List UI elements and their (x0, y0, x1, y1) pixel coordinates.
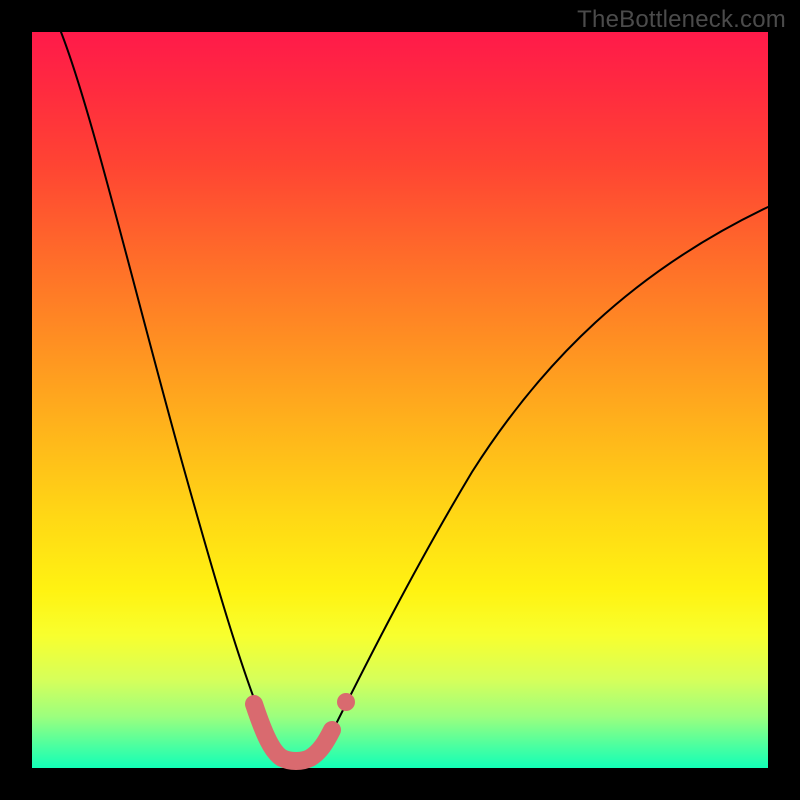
bottleneck-curve (61, 32, 768, 765)
optimal-region-dot (337, 693, 355, 711)
optimal-region-marker (254, 704, 332, 761)
curve-layer (32, 32, 768, 768)
watermark-text: TheBottleneck.com (577, 6, 786, 34)
chart-frame: TheBottleneck.com (0, 0, 800, 800)
plot-area (32, 32, 768, 768)
